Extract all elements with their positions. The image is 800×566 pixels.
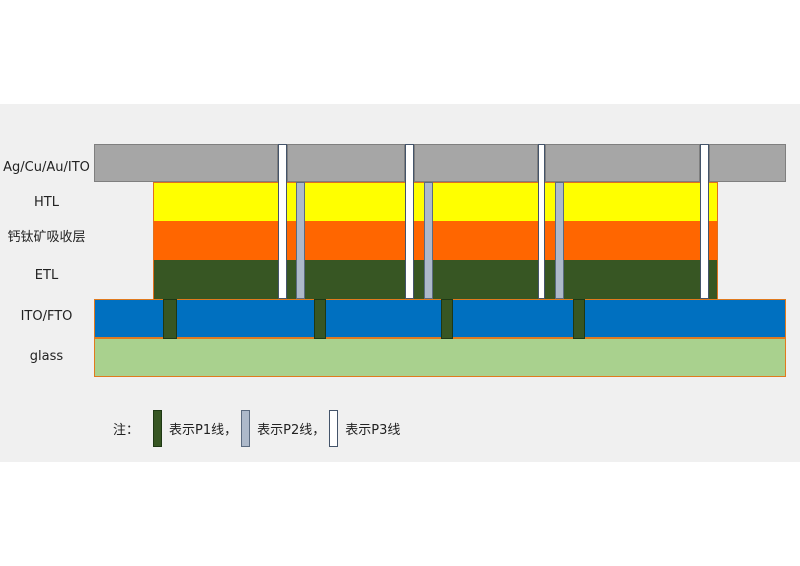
legend-p3-label: 表示P3线 [345,423,401,438]
label-htl: HTL [34,195,59,210]
electrode-segment-1 [94,144,278,182]
p1-scribe-2 [314,299,326,339]
p3-scribe-1 [278,144,287,299]
label-etl: ETL [34,268,59,283]
electrode-segment-4 [545,144,700,182]
legend-p3-swatch [329,410,339,447]
label-glass: glass [29,349,64,364]
electrode-segment-5 [709,144,786,182]
p3-scribe-4 [700,144,709,299]
p1-scribe-3 [441,299,453,339]
ito-fto-layer [94,299,786,338]
p3-scribe-2 [405,144,414,299]
glass-layer [94,338,786,377]
legend-p1-swatch [153,410,163,447]
electrode-segment-2 [287,144,405,182]
legend-p2-swatch [241,410,251,447]
p1-scribe-1 [163,299,177,339]
htl-layer [153,182,718,221]
p2-scribe-3 [555,182,564,299]
label-ito-fto: ITO/FTO [20,309,73,324]
p2-scribe-2 [424,182,433,299]
diagram-panel: Ag/Cu/Au/ITO HTL 钙钛矿吸收层 ETL ITO/FTO glas… [0,104,800,462]
legend-prefix: 注： [113,423,140,438]
etl-layer [153,260,718,299]
legend-p1-label: 表示P1线， [169,423,238,438]
electrode-segment-3 [414,144,538,182]
legend-p2-label: 表示P2线， [257,423,326,438]
p2-scribe-1 [296,182,305,299]
p3-scribe-3 [538,144,545,299]
label-absorber: 钙钛矿吸收层 [7,230,86,245]
legend: 注： 表示P1线， 表示P2线， 表示P3线 [113,410,404,447]
p1-scribe-4 [573,299,585,339]
absorber-layer [153,221,718,260]
label-electrode: Ag/Cu/Au/ITO [3,160,90,175]
